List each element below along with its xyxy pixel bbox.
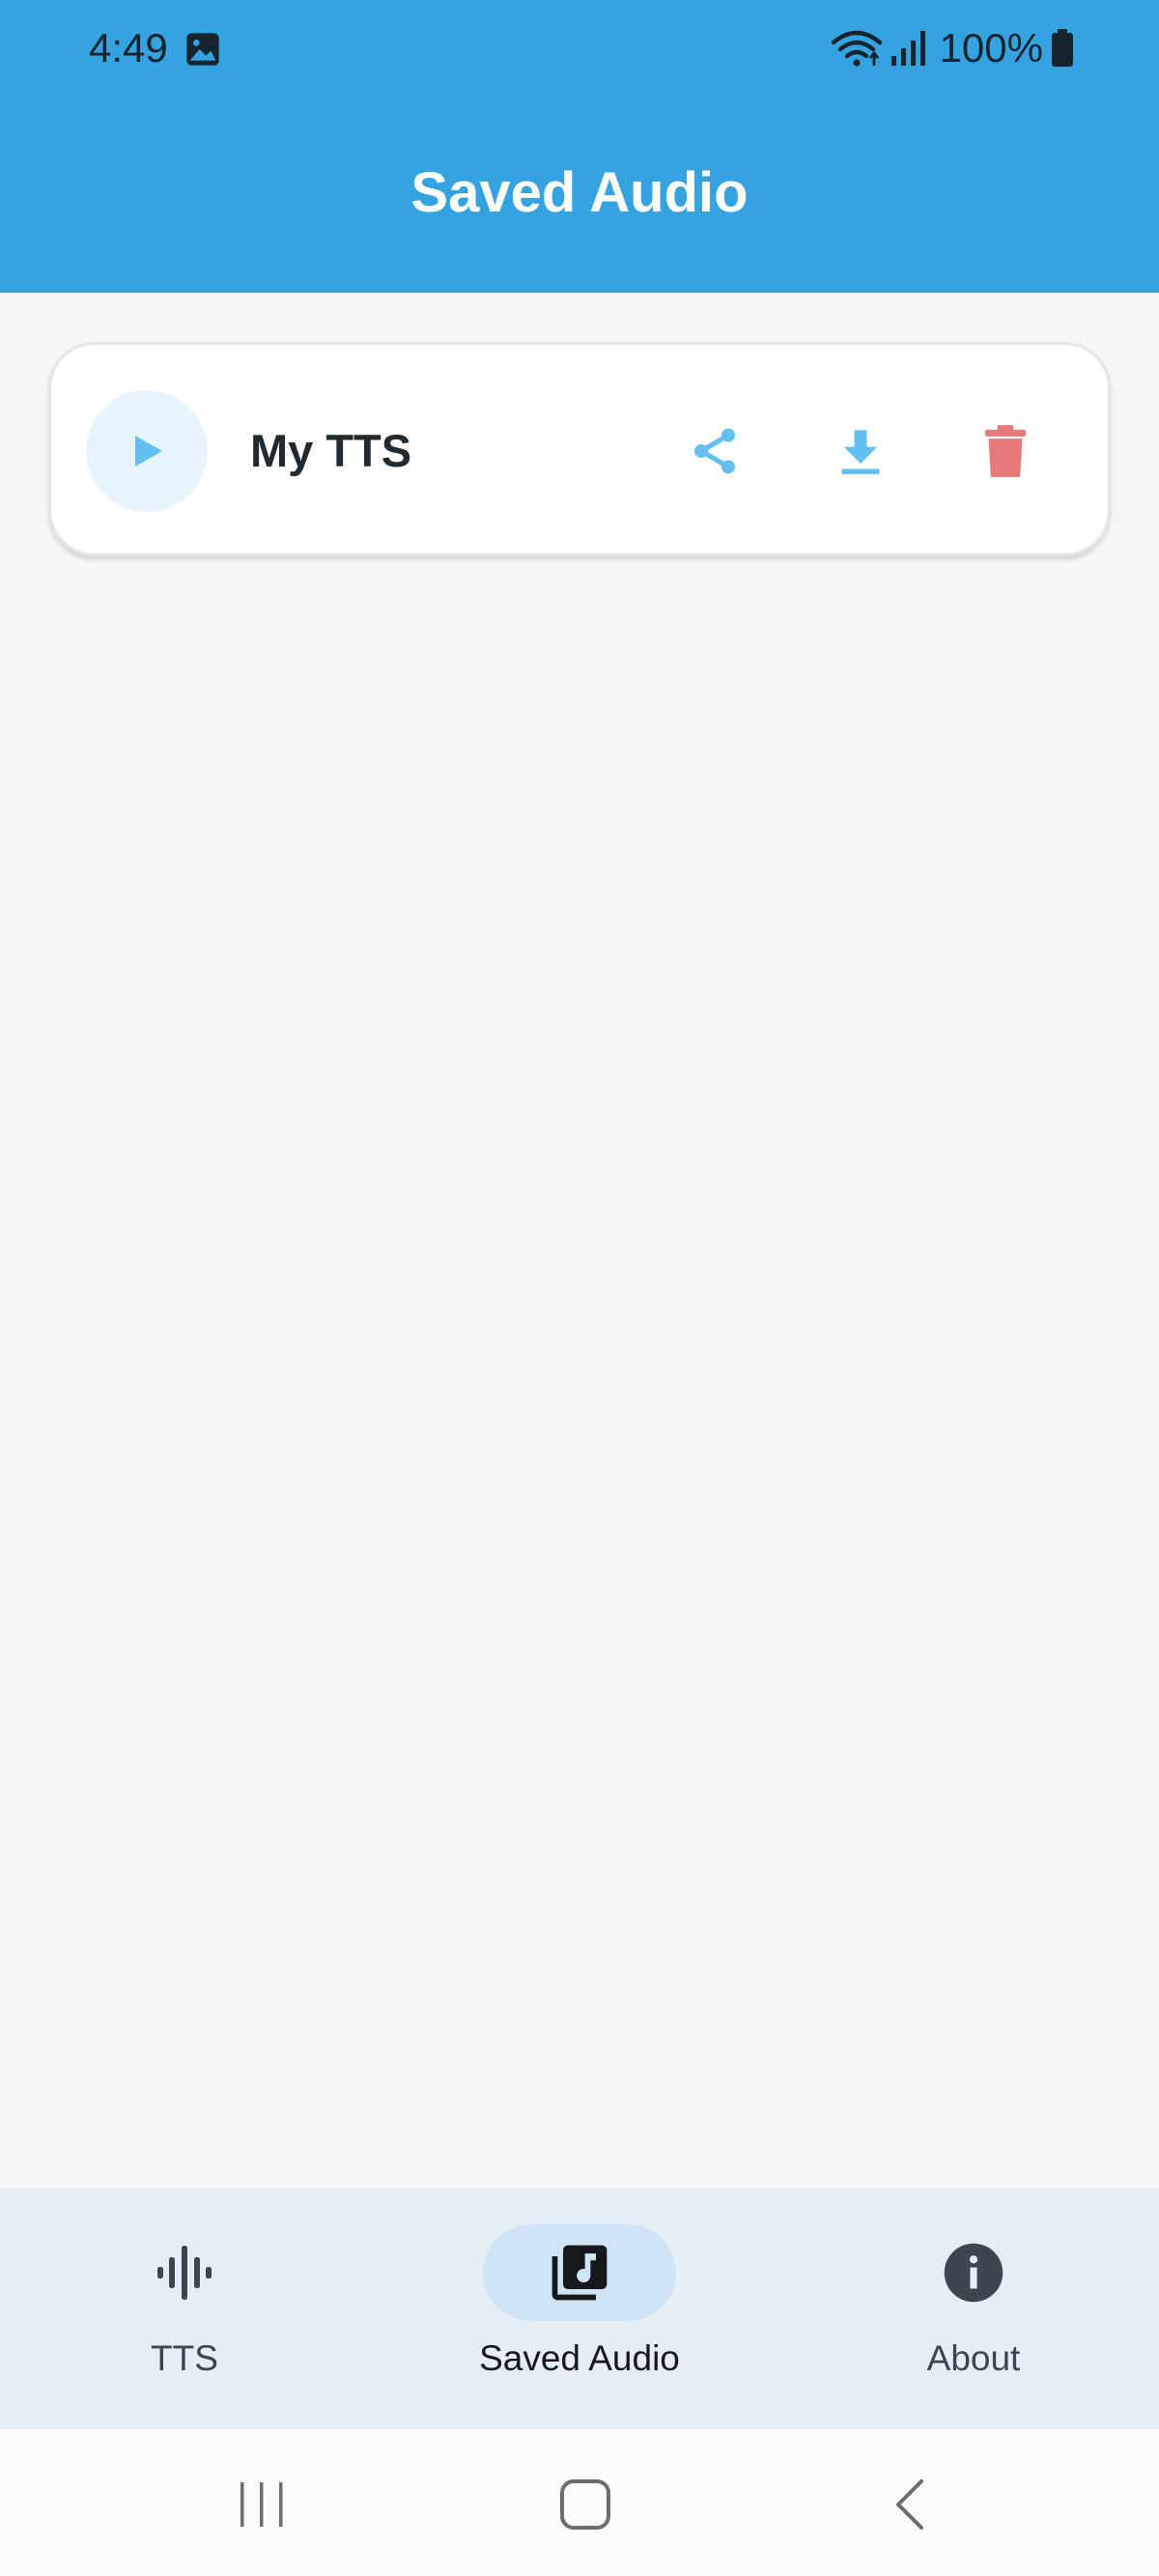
play-button[interactable] xyxy=(86,390,208,512)
app-header: 4:49 100% Saved Audio xyxy=(0,0,1159,293)
home-icon xyxy=(560,2479,610,2530)
status-indicators: 100% xyxy=(831,21,1074,75)
delete-button[interactable] xyxy=(955,401,1056,501)
battery-icon xyxy=(1052,29,1073,67)
nav-icon-container xyxy=(877,2224,1070,2321)
nav-label-tts: TTS xyxy=(151,2338,218,2378)
bottom-navigation: TTS Saved Audio About xyxy=(0,2188,1159,2429)
back-icon xyxy=(896,2479,923,2530)
waveform-icon xyxy=(157,2246,212,2300)
back-button[interactable] xyxy=(862,2456,958,2553)
nav-item-about[interactable]: About xyxy=(780,2188,1159,2429)
signal-icon xyxy=(890,31,925,66)
status-time: 4:49 xyxy=(89,25,168,71)
play-icon xyxy=(135,436,162,467)
wifi-icon xyxy=(831,30,882,67)
nav-icon-container xyxy=(88,2224,281,2321)
nav-active-indicator xyxy=(483,2224,676,2321)
recent-apps-button[interactable] xyxy=(213,2456,310,2553)
recent-apps-icon xyxy=(240,2482,283,2527)
home-button[interactable] xyxy=(537,2456,634,2553)
nav-label-saved-audio: Saved Audio xyxy=(479,2338,680,2378)
download-button[interactable] xyxy=(810,401,911,501)
nav-label-about: About xyxy=(926,2338,1021,2378)
battery-percentage: 100% xyxy=(939,25,1043,71)
system-navigation-bar xyxy=(0,2429,1159,2576)
nav-item-saved-audio[interactable]: Saved Audio xyxy=(386,2188,773,2429)
nav-item-tts[interactable]: TTS xyxy=(0,2188,378,2429)
info-icon xyxy=(944,2243,1004,2303)
status-bar: 4:49 100% xyxy=(0,0,1159,97)
share-icon xyxy=(694,428,735,474)
audio-list-item: My TTS xyxy=(48,342,1111,556)
download-icon xyxy=(841,430,880,474)
page-title: Saved Audio xyxy=(410,161,749,224)
image-notification-icon xyxy=(186,33,219,66)
trash-icon xyxy=(985,425,1026,477)
music-library-icon xyxy=(551,2245,608,2301)
audio-name: My TTS xyxy=(250,425,412,476)
share-button[interactable] xyxy=(664,401,765,501)
